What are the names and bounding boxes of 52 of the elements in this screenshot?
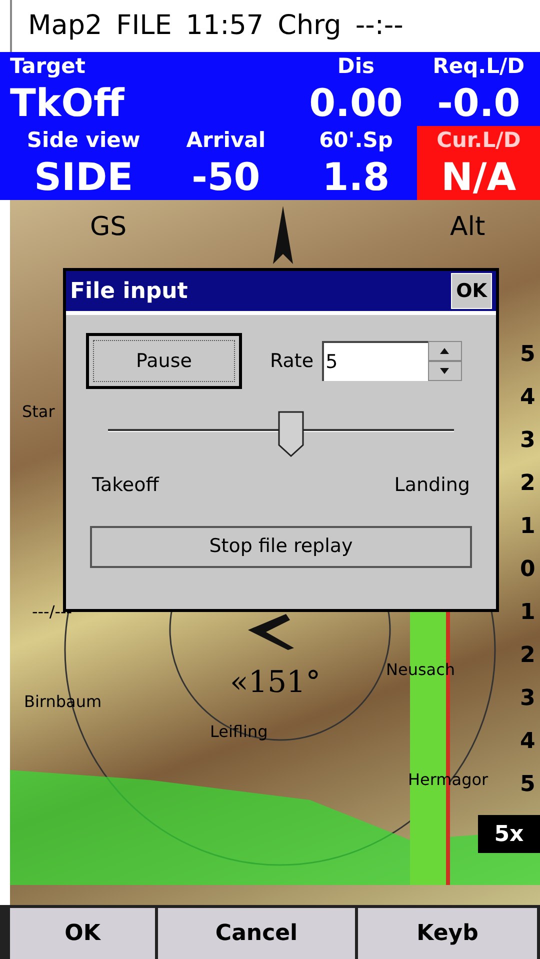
infobox-label: Target	[10, 53, 86, 80]
infobox-value: 1.8	[322, 154, 390, 200]
dialog-ok-button[interactable]: OK	[451, 273, 492, 309]
status-text: Chrg	[278, 8, 342, 43]
altitude-scale-tick: 1	[520, 513, 536, 541]
slider-thumb[interactable]	[278, 411, 304, 457]
altitude-scale-tick: 4	[520, 384, 536, 412]
menu-button[interactable]: Keyb	[358, 905, 540, 959]
north-arrow-icon	[272, 206, 294, 264]
infobox-value: TkOff	[10, 80, 124, 126]
infobox-label: Req.L/D	[432, 53, 525, 80]
infobox-label: Arrival	[186, 127, 266, 154]
infobox-label: Side view	[26, 127, 140, 154]
stop-replay-button[interactable]: Stop file replay	[90, 526, 472, 568]
altitude-scale-tick: 0	[520, 556, 536, 584]
dialog-title: File input	[70, 278, 188, 306]
slider-start-label: Takeoff	[92, 473, 159, 498]
altitude-scale-tick: 1	[520, 599, 536, 627]
pause-button[interactable]: Pause	[86, 333, 242, 389]
infobox-value: N/A	[441, 154, 516, 200]
map-label: Alt	[450, 211, 486, 244]
map-label: GS	[90, 211, 127, 244]
status-text: Map2	[28, 8, 102, 43]
infobox-label: Dis	[337, 53, 375, 80]
altitude-scale-tick: 3	[520, 427, 536, 455]
altitude-scale-tick: 2	[520, 642, 536, 670]
rate-input[interactable]: 5	[322, 341, 428, 381]
infobox-value: 0.00	[309, 80, 403, 126]
menu-button[interactable]: OK	[10, 905, 158, 959]
status-text: 11:57	[186, 8, 264, 43]
altitude-scale-tick: 5	[520, 341, 536, 369]
altitude-scale-tick: 2	[520, 470, 536, 498]
menu-button[interactable]: Cancel	[158, 905, 358, 959]
infobox-label: Cur.L/D	[436, 127, 521, 154]
rate-label: Rate	[270, 348, 314, 374]
up-arrow-icon[interactable]	[440, 348, 450, 354]
down-arrow-icon[interactable]	[440, 368, 450, 374]
altitude-scale-tick: 3	[520, 685, 536, 713]
slider-end-label: Landing	[394, 473, 470, 498]
bearing-label: «151°	[230, 664, 321, 702]
status-text: FILE	[116, 8, 172, 43]
infobox-value: -0.0	[437, 80, 520, 126]
zoom-indicator: 5x	[478, 815, 540, 853]
infobox-value: -50	[192, 154, 260, 200]
altitude-scale-tick: 4	[520, 728, 536, 756]
replay-slider[interactable]	[108, 411, 454, 455]
map-label: Star	[22, 401, 55, 423]
status-text: --:--	[355, 8, 404, 43]
infobox-value: SIDE	[34, 154, 134, 200]
infobox-label: 60'.Sp	[319, 127, 393, 154]
rate-spinner[interactable]	[428, 341, 462, 381]
altitude-scale-tick: 5	[520, 771, 536, 799]
